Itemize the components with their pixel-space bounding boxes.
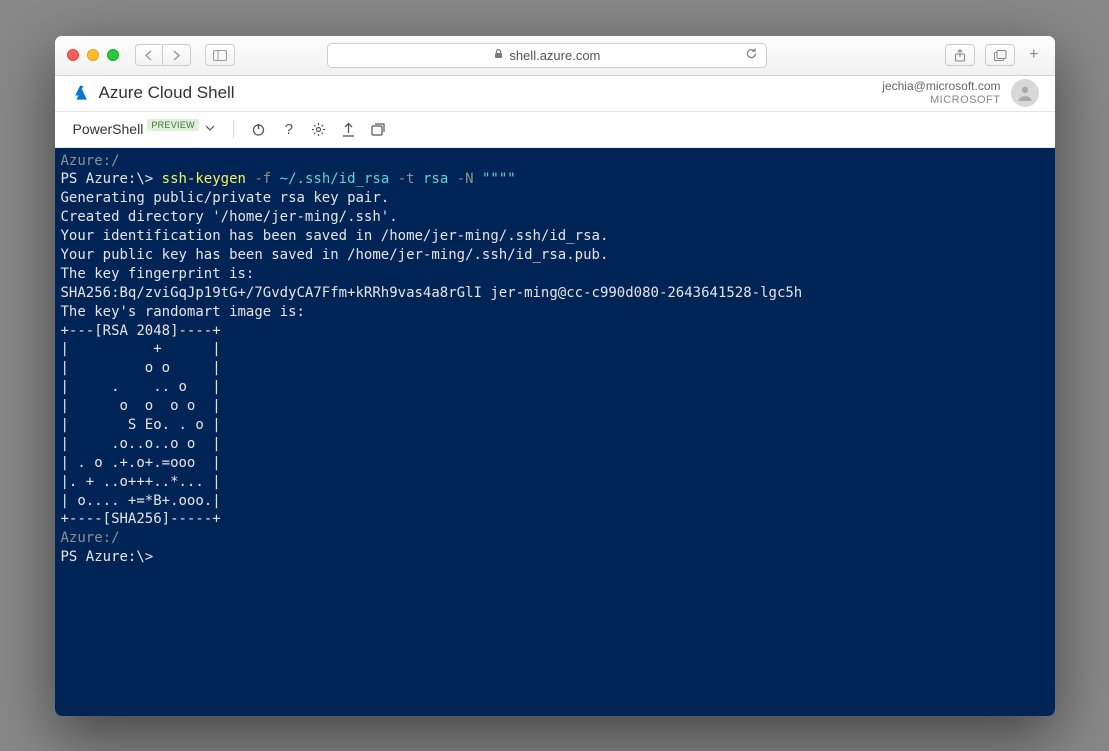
url-host: shell.azure.com <box>509 48 600 63</box>
user-org: MICROSOFT <box>882 94 1000 106</box>
terminal-flag: -f <box>246 171 271 187</box>
terminal-line: SHA256:Bq/zviGqJp19tG+/7GvdyCA7Ffm+kRRh9… <box>61 285 803 301</box>
maximize-window-button[interactable] <box>107 49 119 61</box>
minimize-window-button[interactable] <box>87 49 99 61</box>
app-header: Azure Cloud Shell jechia@microsoft.com M… <box>55 76 1055 112</box>
back-button[interactable] <box>135 44 163 66</box>
randomart-line: +---[RSA 2048]----+ <box>61 323 221 339</box>
randomart-line: | + | <box>61 341 221 357</box>
settings-button[interactable] <box>306 116 332 142</box>
chevron-down-icon <box>205 124 215 135</box>
user-text: jechia@microsoft.com MICROSOFT <box>882 80 1000 105</box>
new-tab-button[interactable]: + <box>1025 46 1042 64</box>
help-button[interactable]: ? <box>276 116 302 142</box>
share-button[interactable] <box>945 44 975 66</box>
browser-titlebar: shell.azure.com + <box>55 36 1055 76</box>
randomart-line: | o.... +=*B+.ooo.| <box>61 493 221 509</box>
app-title: Azure Cloud Shell <box>99 83 235 103</box>
terminal-arg: """" <box>474 171 516 187</box>
new-session-button[interactable] <box>366 116 392 142</box>
upload-icon <box>342 122 355 137</box>
forward-button[interactable] <box>163 44 191 66</box>
randomart-line: | o o o o | <box>61 398 221 414</box>
user-block[interactable]: jechia@microsoft.com MICROSOFT <box>882 79 1038 107</box>
person-icon <box>1015 83 1035 103</box>
terminal-line: Created directory '/home/jer-ming/.ssh'. <box>61 209 398 225</box>
terminal-command: ssh-keygen <box>162 171 246 187</box>
preview-badge: PREVIEW <box>147 119 199 131</box>
sidebar-toggle-button[interactable] <box>205 44 235 66</box>
terminal-line: Azure:/ <box>61 530 120 546</box>
randomart-line: | . o .+.o+.=ooo | <box>61 455 221 471</box>
close-window-button[interactable] <box>67 49 79 61</box>
terminal-prompt: PS Azure:\> <box>61 171 162 187</box>
shell-selector[interactable]: PowerShell PREVIEW <box>67 119 221 139</box>
randomart-line: | o o | <box>61 360 221 376</box>
randomart-line: | S Eo. . o | <box>61 417 221 433</box>
terminal-line: Generating public/private rsa key pair. <box>61 190 390 206</box>
new-window-icon <box>371 123 386 136</box>
restart-button[interactable] <box>246 116 272 142</box>
window-controls <box>67 49 119 61</box>
titlebar-right: + <box>945 44 1042 66</box>
terminal-pane[interactable]: Azure:/ PS Azure:\> ssh-keygen -f ~/.ssh… <box>55 148 1055 716</box>
azure-logo[interactable]: Azure Cloud Shell <box>71 83 235 103</box>
shell-name: PowerShell <box>73 121 144 137</box>
separator <box>233 120 234 138</box>
terminal-arg: rsa <box>415 171 449 187</box>
reload-icon[interactable] <box>745 47 758 63</box>
address-bar[interactable]: shell.azure.com <box>327 43 767 68</box>
cloudshell-toolbar: PowerShell PREVIEW ? <box>55 112 1055 148</box>
terminal-flag: -N <box>448 171 473 187</box>
user-email: jechia@microsoft.com <box>882 80 1000 93</box>
upload-button[interactable] <box>336 116 362 142</box>
terminal-line: Your identification has been saved in /h… <box>61 228 609 244</box>
randomart-line: | . .. o | <box>61 379 221 395</box>
terminal-line: Azure:/ <box>61 153 120 169</box>
randomart-line: +----[SHA256]-----+ <box>61 511 221 527</box>
terminal-arg: ~/.ssh/id_rsa <box>271 171 389 187</box>
randomart-line: | .o..o..o o | <box>61 436 221 452</box>
lock-icon <box>494 48 503 62</box>
nav-buttons <box>135 44 191 66</box>
terminal-line: The key's randomart image is: <box>61 304 305 320</box>
avatar[interactable] <box>1011 79 1039 107</box>
terminal-flag: -t <box>389 171 414 187</box>
gear-icon <box>311 122 326 137</box>
terminal-line: The key fingerprint is: <box>61 266 255 282</box>
terminal-line: Your public key has been saved in /home/… <box>61 247 609 263</box>
browser-window: shell.azure.com + Azure Cloud Shell jech… <box>55 36 1055 716</box>
azure-icon <box>71 83 91 103</box>
randomart-line: |. + ..o+++..*... | <box>61 474 221 490</box>
terminal-prompt: PS Azure:\> <box>61 549 154 565</box>
tabs-button[interactable] <box>985 44 1015 66</box>
